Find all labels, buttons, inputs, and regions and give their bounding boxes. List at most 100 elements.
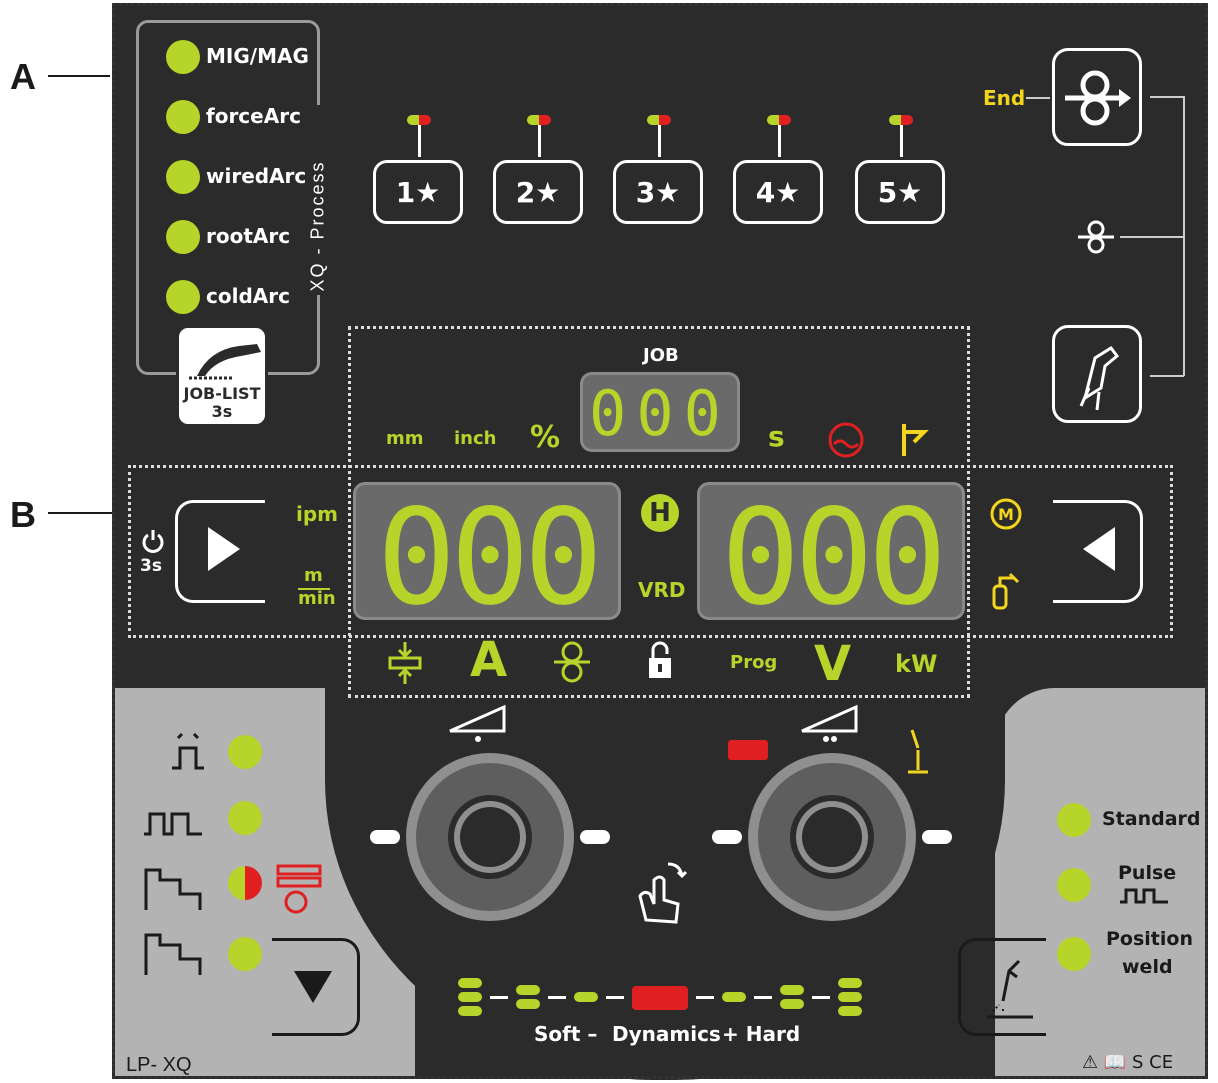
prog-label: Prog [730, 652, 778, 673]
callout-a: A [10, 56, 36, 97]
fav-1-led [407, 115, 431, 125]
mode-4step-icon [144, 812, 202, 836]
callout-a-line [48, 75, 110, 77]
right-display: 000 [697, 481, 965, 635]
fav-4-button[interactable]: 4★ [733, 160, 823, 224]
amps-label: A [470, 632, 508, 688]
dynamics-hard-label: + Hard [722, 1022, 801, 1046]
dyn-led-6a [780, 985, 804, 995]
wire-feed-icon [1065, 70, 1131, 126]
process-label-wiredarc[interactable]: wiredArc [206, 164, 306, 188]
wire-inching-button[interactable] [1052, 48, 1142, 146]
compliance-marks: ⚠ 📖 S CE [1082, 1052, 1174, 1073]
left-display-value: 000 [376, 481, 603, 635]
model-name: LP- XQ [126, 1054, 192, 1076]
right-knob-ramp-icon [801, 704, 858, 742]
dynamics-label: Dynamics [612, 1022, 721, 1046]
fav-2-led [527, 115, 551, 125]
left-select-button[interactable] [175, 500, 265, 603]
play-left-icon [1083, 527, 1115, 571]
process-led-coldarc [166, 280, 200, 314]
fav-2-button[interactable]: 2★ [493, 160, 583, 224]
weld-standard-led [1057, 803, 1091, 837]
mode-special-icon [144, 868, 202, 910]
dyn-led-2a [516, 985, 540, 995]
callout-b: B [10, 494, 36, 535]
mode-special-4step-led [228, 937, 262, 971]
mode-special-4step-icon [144, 933, 202, 975]
unit-min: min [298, 588, 336, 609]
spot-weld-icon [276, 864, 322, 914]
fav-3-button[interactable]: 3★ [613, 160, 703, 224]
crater-fill-icon [828, 422, 864, 458]
fav-5-button[interactable]: 5★ [855, 160, 945, 224]
end-label: End [983, 86, 1026, 110]
right-select-button[interactable] [1053, 500, 1143, 603]
left-display: 000 [353, 481, 621, 635]
wire-speed-icon [554, 641, 590, 683]
down-arrow-icon [294, 971, 332, 1003]
gas-test-button[interactable] [1052, 325, 1142, 423]
mode-special-led [228, 866, 262, 900]
dyn-led-5 [722, 992, 746, 1002]
vrd-indicator: VRD [638, 578, 686, 602]
weld-position-label-line1: Position [1106, 928, 1193, 950]
process-label-migmag[interactable]: MIG/MAG [206, 44, 309, 68]
dyn-led-6b [780, 999, 804, 1009]
right-knob[interactable] [712, 752, 952, 922]
process-led-wiredarc [166, 160, 200, 194]
unit-m: m [304, 565, 323, 586]
process-label-rootarc[interactable]: rootArc [206, 224, 290, 248]
job-display: 000 [580, 372, 740, 452]
job-list-button[interactable]: JOB-LIST 3s [176, 325, 268, 427]
process-led-migmag [166, 40, 200, 74]
torch-icon [189, 344, 261, 380]
weld-type-button[interactable] [958, 938, 1046, 1036]
hold-indicator: H [641, 494, 679, 532]
process-label-coldarc[interactable]: coldArc [206, 284, 290, 308]
pulse-wave-icon [1120, 888, 1168, 904]
power-time-label: 3s [140, 556, 162, 576]
svg-text:M: M [998, 505, 1014, 524]
dyn-led-7c [838, 1006, 862, 1016]
mode-4step-led [228, 801, 262, 835]
material-thickness-icon [388, 642, 422, 684]
power-icon [142, 530, 164, 553]
process-led-rootarc [166, 220, 200, 254]
dyn-led-7b [838, 992, 862, 1002]
dyn-led-2b [516, 999, 540, 1009]
left-knob[interactable] [370, 752, 610, 922]
mode-2step-led [228, 735, 262, 769]
dynamics-soft-label: Soft – [534, 1022, 598, 1046]
process-label-forcearc[interactable]: forceArc [206, 104, 301, 128]
dyn-led-7a [838, 978, 862, 988]
dynamics-inductance-icon [632, 986, 688, 1010]
mode-select-button[interactable] [272, 938, 360, 1036]
push-turn-icon [638, 862, 688, 924]
dyn-led-1c [458, 1006, 482, 1016]
unit-percent: % [530, 420, 561, 455]
dyn-led-1a [458, 978, 482, 988]
fav-1-button[interactable]: 1★ [373, 160, 463, 224]
wire-burn-back-icon [902, 424, 929, 456]
weld-position-label-line2: weld [1122, 956, 1173, 978]
fav-5-led [889, 115, 913, 125]
volts-label: V [814, 636, 852, 692]
process-title-text: XQ - Process [307, 160, 328, 292]
gas-test-icon [1079, 345, 1120, 411]
unit-ipm: ipm [296, 502, 339, 526]
job-title: JOB [643, 345, 679, 366]
unit-inch: inch [454, 428, 497, 449]
unit-mm: mm [386, 428, 424, 449]
fav-3-led [647, 115, 671, 125]
dyn-led-3 [574, 992, 598, 1002]
dyn-led-1b [458, 992, 482, 1002]
lock-icon [649, 641, 671, 678]
process-led-forcearc [166, 100, 200, 134]
weld-position-led [1057, 937, 1091, 971]
process-title: XQ - Process [285, 100, 355, 300]
kw-label: kW [895, 650, 938, 678]
right-display-value: 000 [720, 481, 947, 635]
wire-feed-small-icon [1078, 220, 1114, 254]
play-right-icon [208, 527, 240, 571]
